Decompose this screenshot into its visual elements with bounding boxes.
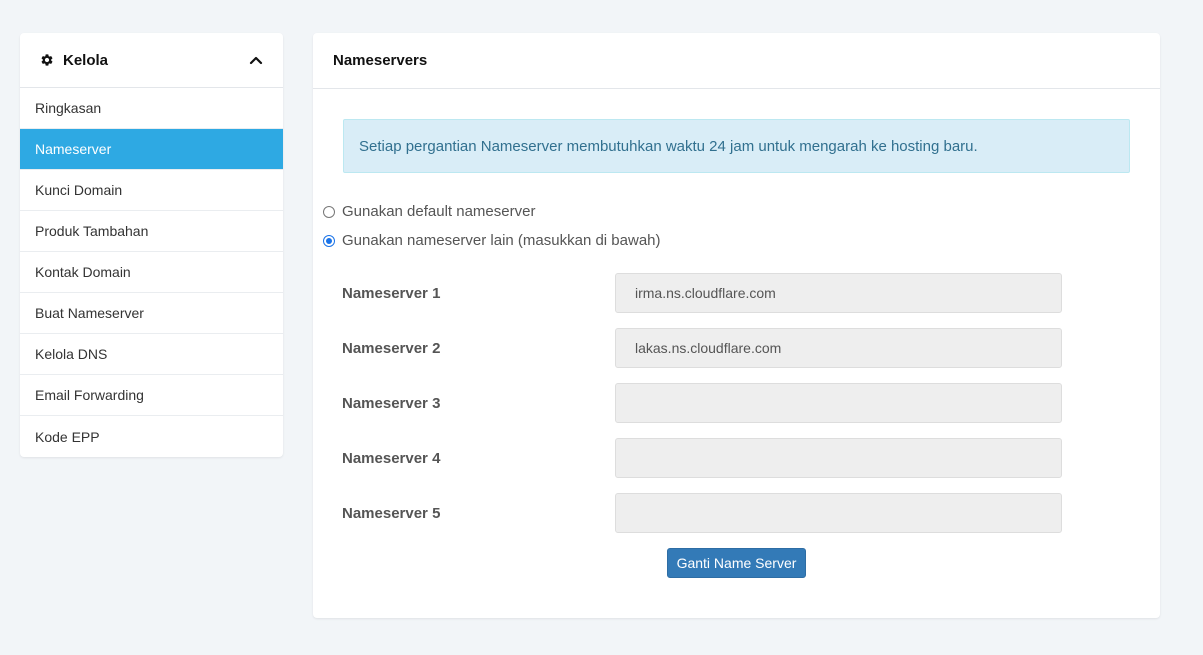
nameserver-row-1: Nameserver 1 xyxy=(342,273,1062,313)
sidebar-item-kunci-domain[interactable]: Kunci Domain xyxy=(20,170,283,211)
nameserver-4-label: Nameserver 4 xyxy=(342,449,441,467)
sidebar-item-kode-epp[interactable]: Kode EPP xyxy=(20,416,283,457)
option-default-nameserver[interactable]: Gunakan default nameserver xyxy=(323,203,535,220)
sidebar-item-nameserver[interactable]: Nameserver xyxy=(20,129,283,170)
nameserver-row-5: Nameserver 5 xyxy=(342,493,1062,533)
sidebar-item-produk-tambahan[interactable]: Produk Tambahan xyxy=(20,211,283,252)
radio-default[interactable] xyxy=(323,205,335,218)
nameserver-2-label: Nameserver 2 xyxy=(342,339,441,357)
sidebar-item-ringkasan[interactable]: Ringkasan xyxy=(20,88,283,129)
option-custom-label: Gunakan nameserver lain (masukkan di baw… xyxy=(342,232,661,249)
nameservers-panel: Nameservers Setiap pergantian Nameserver… xyxy=(313,33,1160,618)
chevron-up-icon[interactable] xyxy=(249,55,263,65)
change-nameserver-button[interactable]: Ganti Name Server xyxy=(667,548,806,578)
gear-icon xyxy=(41,54,53,66)
nameserver-4-input[interactable] xyxy=(615,438,1062,478)
sidebar-item-kontak-domain[interactable]: Kontak Domain xyxy=(20,252,283,293)
sidebar-header[interactable]: Kelola xyxy=(20,33,283,88)
nameserver-row-2: Nameserver 2 xyxy=(342,328,1062,368)
nameserver-1-input[interactable] xyxy=(615,273,1062,313)
nameserver-5-label: Nameserver 5 xyxy=(342,504,441,522)
panel-title: Nameservers xyxy=(313,33,1160,89)
nameserver-5-input[interactable] xyxy=(615,493,1062,533)
nameserver-row-3: Nameserver 3 xyxy=(342,383,1062,423)
sidebar-title: Kelola xyxy=(40,52,108,69)
sidebar-title-label: Kelola xyxy=(63,51,109,69)
sidebar-item-kelola-dns[interactable]: Kelola DNS xyxy=(20,334,283,375)
sidebar-manage: Kelola Ringkasan Nameserver Kunci Domain… xyxy=(20,33,283,457)
radio-custom[interactable] xyxy=(323,234,335,247)
nameserver-2-input[interactable] xyxy=(615,328,1062,368)
sidebar-item-buat-nameserver[interactable]: Buat Nameserver xyxy=(20,293,283,334)
info-alert: Setiap pergantian Nameserver membutuhkan… xyxy=(343,119,1130,173)
sidebar-item-email-forwarding[interactable]: Email Forwarding xyxy=(20,375,283,416)
nameserver-row-4: Nameserver 4 xyxy=(342,438,1062,478)
nameserver-3-input[interactable] xyxy=(615,383,1062,423)
option-custom-nameserver[interactable]: Gunakan nameserver lain (masukkan di baw… xyxy=(323,232,661,249)
nameserver-3-label: Nameserver 3 xyxy=(342,394,441,412)
nameserver-1-label: Nameserver 1 xyxy=(342,284,441,302)
option-default-label: Gunakan default nameserver xyxy=(342,203,536,220)
